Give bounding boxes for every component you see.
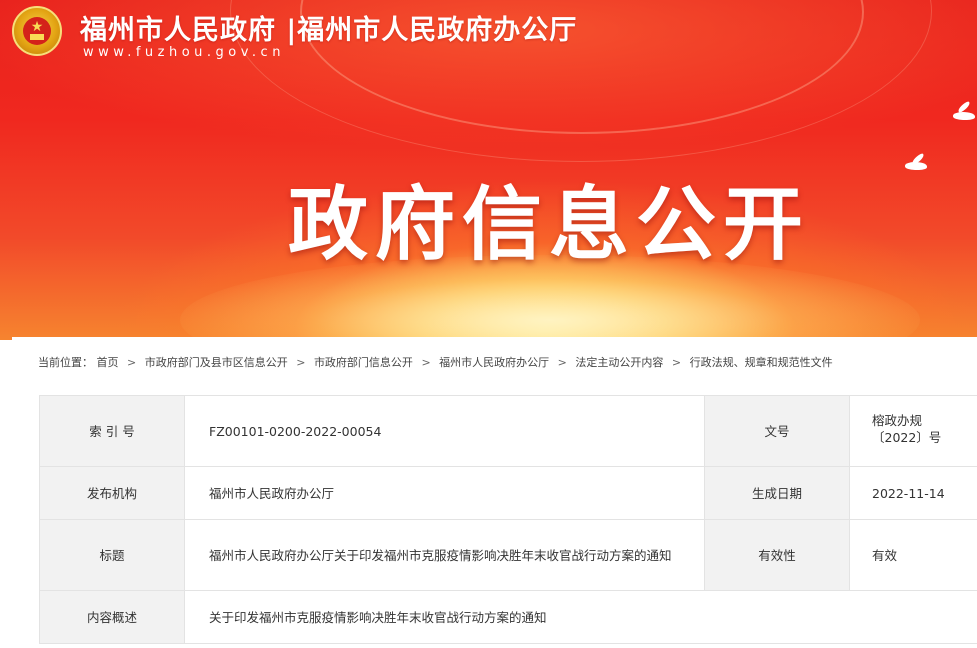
validity-label: 有效性 <box>704 519 850 591</box>
breadcrumb-separator: > <box>421 356 431 369</box>
generation-date-value: 2022-11-14 <box>849 466 977 520</box>
site-url: www.fuzhou.gov.cn <box>83 45 285 60</box>
breadcrumb: 当前位置： 首页 > 市政府部门及县市区信息公开 > 市政府部门信息公开 > 福… <box>38 354 833 370</box>
site-title[interactable]: 福州市人民政府 |福州市人民政府办公厅 <box>80 8 577 47</box>
summary-value: 关于印发福州市克服疫情影响决胜年末收官战行动方案的通知 <box>184 590 977 644</box>
title-value: 福州市人民政府办公厅关于印发福州市克服疫情影响决胜年末收官战行动方案的通知 <box>184 519 705 591</box>
generation-date-label: 生成日期 <box>704 466 850 520</box>
site-banner: ★ 福州市人民政府 |福州市人民政府办公厅 www.fuzhou.gov.cn … <box>0 0 977 340</box>
summary-label: 内容概述 <box>39 590 185 644</box>
title-label: 标题 <box>39 519 185 591</box>
breadcrumb-item-statutory-disclosure[interactable]: 法定主动公开内容 <box>575 356 663 369</box>
banner-heading: 政府信息公开 <box>288 178 810 271</box>
document-info-table: 索 引 号 FZ00101-0200-2022-00054 文号 榕政办规〔20… <box>39 395 977 644</box>
publisher-label: 发布机构 <box>39 466 185 520</box>
breadcrumb-separator: > <box>671 356 682 369</box>
publisher-value: 福州市人民政府办公厅 <box>184 466 705 520</box>
table-row: 发布机构 福州市人民政府办公厅 生成日期 2022-11-14 <box>39 466 977 520</box>
validity-value: 有效 <box>849 519 977 591</box>
table-row: 内容概述 关于印发福州市克服疫情影响决胜年末收官战行动方案的通知 <box>39 590 977 644</box>
national-emblem-icon[interactable]: ★ <box>12 6 62 56</box>
breadcrumb-item-departments[interactable]: 市政府部门信息公开 <box>314 356 413 369</box>
breadcrumb-item-regulations[interactable]: 行政法规、规章和规范性文件 <box>690 356 833 369</box>
breadcrumb-separator: > <box>127 356 137 369</box>
table-row: 索 引 号 FZ00101-0200-2022-00054 文号 榕政办规〔20… <box>39 395 977 467</box>
breadcrumb-label: 当前位置： <box>38 356 93 369</box>
breadcrumb-item-general-office[interactable]: 福州市人民政府办公厅 <box>439 356 549 369</box>
document-number-text: 榕政办规〔2022〕号 <box>872 413 942 445</box>
breadcrumb-item-home[interactable]: 首页 <box>97 356 119 369</box>
document-number-label: 文号 <box>704 395 850 467</box>
breadcrumb-separator: > <box>296 356 306 369</box>
breadcrumb-item-departments-counties[interactable]: 市政府部门及县市区信息公开 <box>145 356 288 369</box>
index-number-label: 索 引 号 <box>39 395 185 467</box>
breadcrumb-separator: > <box>557 356 567 369</box>
document-number-value: 榕政办规〔2022〕号 <box>849 395 977 467</box>
content-panel: 当前位置： 首页 > 市政府部门及县市区信息公开 > 市政府部门信息公开 > 福… <box>12 337 977 648</box>
index-number-value: FZ00101-0200-2022-00054 <box>184 395 705 467</box>
table-row: 标题 福州市人民政府办公厅关于印发福州市克服疫情影响决胜年末收官战行动方案的通知… <box>39 519 977 591</box>
